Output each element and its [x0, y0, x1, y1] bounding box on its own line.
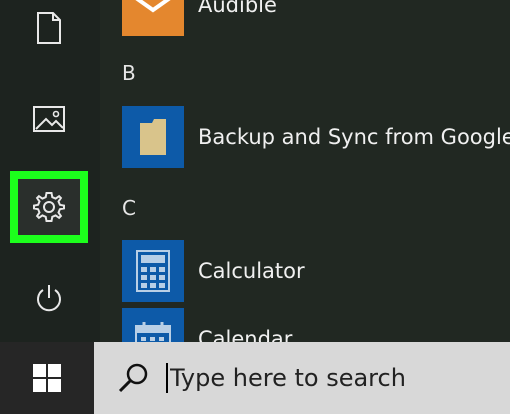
taskbar-search-box[interactable]: [94, 342, 510, 414]
app-label: Backup and Sync from Google: [198, 125, 510, 149]
app-list: Audible B Backup and Sync from Google C: [100, 0, 510, 370]
google-drive-folder-icon: [140, 119, 166, 155]
rail-settings-button[interactable]: [10, 171, 88, 243]
rail-pictures-button[interactable]: [10, 83, 88, 155]
power-icon: [37, 285, 61, 312]
audible-icon: [122, 0, 184, 36]
app-item-backup-and-sync[interactable]: Backup and Sync from Google: [122, 106, 510, 168]
calculator-icon: [136, 250, 170, 292]
gear-icon: [33, 192, 65, 222]
search-icon: [118, 363, 148, 393]
taskbar: [0, 342, 510, 414]
app-tile: [122, 240, 184, 302]
app-label: Calculator: [198, 259, 305, 283]
app-item-audible[interactable]: Audible: [122, 0, 277, 36]
section-letter-b[interactable]: B: [122, 61, 136, 85]
app-label: Audible: [198, 0, 277, 17]
windows-logo-icon: [33, 364, 61, 392]
picture-icon: [33, 106, 65, 132]
start-button[interactable]: [0, 342, 94, 414]
search-input[interactable]: [168, 364, 470, 392]
rail-power-button[interactable]: [10, 262, 88, 334]
rail-documents-button[interactable]: [10, 0, 88, 64]
document-icon: [37, 12, 61, 44]
app-tile: [122, 106, 184, 168]
app-tile: [122, 0, 184, 36]
start-menu-screen: Audible B Backup and Sync from Google C: [0, 0, 510, 414]
app-item-calculator[interactable]: Calculator: [122, 240, 305, 302]
section-letter-c[interactable]: C: [122, 196, 136, 220]
start-menu-rail: [0, 0, 100, 342]
